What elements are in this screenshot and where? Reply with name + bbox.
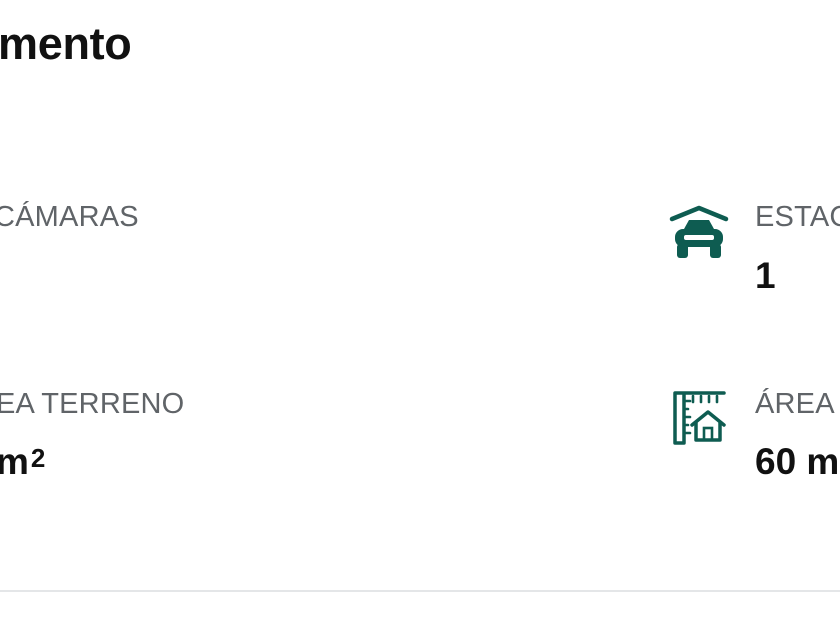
feature-parking-value: 1 bbox=[755, 255, 776, 296]
feature-parking-label: ESTAC bbox=[755, 201, 840, 233]
built-area-house-icon bbox=[673, 391, 726, 445]
feature-land-area-label: EA TERRENO bbox=[0, 388, 185, 420]
feature-land-area-number: m bbox=[0, 441, 29, 482]
section-divider bbox=[0, 590, 840, 592]
feature-built-area-label: ÁREA bbox=[755, 388, 835, 420]
feature-land-area-unit-exponent: 2 bbox=[30, 443, 46, 473]
feature-built-area-value: 60 m bbox=[755, 441, 840, 482]
feature-bedrooms-label: CÁMARAS bbox=[0, 201, 139, 233]
parking-garage-car-icon bbox=[669, 205, 729, 258]
page-title: mento bbox=[0, 18, 132, 69]
property-features-panel: mento CÁMARAS ESTAC 1 EA TERRENO m2 ÁREA bbox=[0, 0, 840, 630]
feature-land-area-value: m2 bbox=[0, 440, 45, 484]
